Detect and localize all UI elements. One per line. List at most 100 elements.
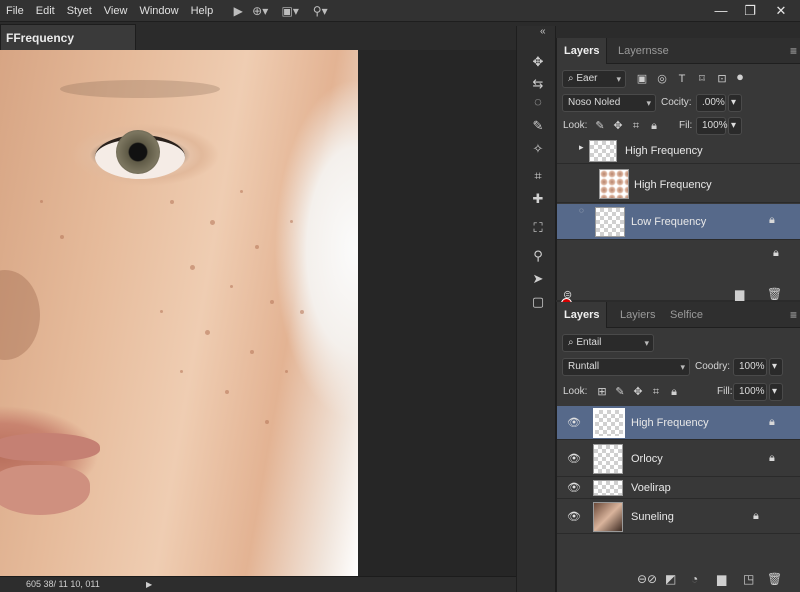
lock-icon[interactable]: 🔒︎ xyxy=(769,416,775,429)
new-folder-icon[interactable]: ▆ xyxy=(717,572,726,586)
stamp-tool-icon[interactable]: ⛶ xyxy=(527,218,549,238)
layer-row[interactable]: 👁︎ Voelirap xyxy=(557,478,800,499)
layer-row[interactable]: 👁︎ Suneling 🔒︎ xyxy=(557,500,800,534)
menu-bar: File Edit Styet View Window Help ▶ ⊕▾ ▣▾… xyxy=(0,0,800,22)
adjust-filter-icon[interactable]: ◎ xyxy=(655,72,669,86)
chevron-down-icon: ▾ xyxy=(646,98,651,108)
lock-artboard-icon[interactable]: ⌗ xyxy=(629,119,643,133)
eye-icon[interactable]: 👁︎ xyxy=(567,452,581,465)
lock-icon[interactable]: 🔒︎ xyxy=(769,452,775,465)
lock-icon[interactable]: 🔒︎ xyxy=(773,247,779,260)
zoom-icon[interactable]: ⚲▾ xyxy=(309,0,331,22)
fill-input[interactable]: 100% xyxy=(733,383,767,401)
close-icon[interactable]: ✕ xyxy=(766,0,796,22)
lock-icon[interactable]: 🔒︎ xyxy=(753,510,759,523)
lock-position-icon[interactable]: ✥ xyxy=(611,119,625,133)
blend-mode-select[interactable]: Runtall ▾ xyxy=(562,358,690,376)
filter-toggle-icon[interactable]: ● xyxy=(733,70,747,84)
menu-styet[interactable]: Styet xyxy=(61,0,98,22)
iris xyxy=(116,130,160,174)
freckle xyxy=(225,390,229,394)
menu-file[interactable]: File xyxy=(0,0,30,22)
lock-label: Look: xyxy=(563,386,588,397)
crop-tool-icon[interactable]: ⌗ xyxy=(527,166,549,186)
trash-icon[interactable]: 🗑︎ xyxy=(767,287,782,301)
pixel-filter-icon[interactable]: ▣ xyxy=(635,72,649,86)
arrows-icon[interactable]: ⇆ xyxy=(527,74,549,94)
type-filter-icon[interactable]: T xyxy=(675,72,689,86)
panel-menu-icon[interactable]: ≡ xyxy=(790,38,797,64)
layer-filter-select[interactable]: ⌕ Entail ▾ xyxy=(562,334,654,352)
lasso-tool-icon[interactable]: ◌ xyxy=(527,92,549,112)
zoom-select-icon[interactable]: ⚲ xyxy=(527,246,549,266)
collapse-panels-icon[interactable]: « xyxy=(540,26,546,37)
healing-tool-icon[interactable]: ✚ xyxy=(527,189,549,209)
blend-mode-select[interactable]: Noso Noled ▾ xyxy=(562,94,656,112)
tab-selfice[interactable]: Selfice xyxy=(663,302,710,328)
menu-help[interactable]: Help xyxy=(185,0,220,22)
layer-filter-select[interactable]: ⌕ Eaer ▾ xyxy=(562,70,626,88)
view-mode-icon[interactable]: ▣▾ xyxy=(279,0,301,22)
link-icon[interactable]: ⊜ xyxy=(563,288,572,301)
lock-transparent-icon[interactable]: ⊞ xyxy=(595,385,609,399)
lock-pixels-icon[interactable]: ✎ xyxy=(613,385,627,399)
magic-wand-icon[interactable]: ✧ xyxy=(527,139,549,159)
lock-position-icon[interactable]: ✥ xyxy=(631,385,645,399)
move-tool-icon[interactable]: ✥ xyxy=(527,52,549,72)
opacity-dropdown[interactable]: ▾ xyxy=(769,358,783,376)
minimize-icon[interactable]: — xyxy=(706,0,736,22)
fill-dropdown[interactable]: ▾ xyxy=(728,117,742,135)
smart-filter-icon[interactable]: ⊡ xyxy=(715,72,729,86)
layer-row[interactable]: ▸ High Frequency xyxy=(557,138,800,164)
layer-thumbnail xyxy=(593,480,623,496)
opacity-input[interactable]: .00% xyxy=(696,94,726,112)
status-menu-arrow-icon[interactable]: ▶ xyxy=(146,577,152,592)
shape-filter-icon[interactable]: ⌑ xyxy=(695,72,709,86)
menu-view[interactable]: View xyxy=(98,0,134,22)
layer-style-icon[interactable]: ◩ xyxy=(665,572,676,586)
fill-value: 100% xyxy=(739,386,765,397)
lock-label: Look: xyxy=(563,120,588,131)
document-tab[interactable]: FFrequency Separation: xyxy=(0,24,136,71)
new-layer-icon[interactable]: ◳ xyxy=(743,572,754,586)
trash-icon[interactable]: 🗑︎ xyxy=(767,572,782,586)
image-canvas[interactable] xyxy=(0,50,358,576)
eye-icon[interactable]: 👁︎ xyxy=(567,416,581,429)
panel-menu-icon[interactable]: ≡ xyxy=(790,302,797,328)
layer-row[interactable]: High Frequency xyxy=(557,165,800,203)
shape-tool-icon[interactable]: ▢ xyxy=(527,292,549,312)
tab-layiers[interactable]: Layiers xyxy=(613,302,662,328)
eye-icon[interactable]: 👁︎ xyxy=(567,481,581,494)
menu-window[interactable]: Window xyxy=(133,0,184,22)
opacity-input[interactable]: 100% xyxy=(733,358,767,376)
eye-icon[interactable]: 👁︎ xyxy=(567,510,581,523)
lock-all-icon[interactable]: 🔒︎ xyxy=(667,385,681,399)
opacity-dropdown[interactable]: ▾ xyxy=(728,94,742,112)
fill-input[interactable]: 100% xyxy=(696,117,728,135)
panel-tabs-top: Layers Layernsse ≡ xyxy=(557,38,800,64)
fill-label: Fil: xyxy=(679,120,693,131)
layer-thumbnail xyxy=(599,169,629,199)
tab-layers[interactable]: Layers xyxy=(557,38,608,64)
tab-layernsse[interactable]: Layernsse xyxy=(611,38,676,64)
new-folder-icon[interactable]: ▆ xyxy=(735,287,744,301)
lock-icon[interactable]: 🔒︎ xyxy=(769,214,775,227)
restore-icon[interactable]: ❐ xyxy=(735,0,765,22)
eye-icon[interactable]: ◌ xyxy=(579,206,584,215)
play-icon[interactable]: ▶ xyxy=(227,0,249,22)
lock-all-icon[interactable]: 🔒︎ xyxy=(647,119,661,133)
menu-edit[interactable]: Edit xyxy=(30,0,61,22)
mask-icon[interactable]: ◔ xyxy=(691,572,698,586)
pointer-tool-icon[interactable]: ➤ xyxy=(527,269,549,289)
fill-dropdown[interactable]: ▾ xyxy=(769,383,783,401)
quick-select-tool-icon[interactable]: ✎ xyxy=(527,116,549,136)
layer-row[interactable]: 👁︎ Orlocy 🔒︎ xyxy=(557,441,800,477)
lock-pixels-icon[interactable]: ✎ xyxy=(593,119,607,133)
move-icon[interactable]: ⊕▾ xyxy=(249,0,271,22)
link-layers-icon[interactable]: ⊖⊘ xyxy=(637,572,657,586)
group-arrow-icon[interactable]: ▸ xyxy=(579,142,584,153)
lock-artboard-icon[interactable]: ⌗ xyxy=(649,385,663,399)
layer-row-selected[interactable]: 👁︎ High Frequency 🔒︎ xyxy=(557,406,800,440)
layer-row-selected[interactable]: ◌ Low Frequency 🔒︎ xyxy=(557,204,800,240)
tab-layers[interactable]: Layers xyxy=(557,302,608,328)
